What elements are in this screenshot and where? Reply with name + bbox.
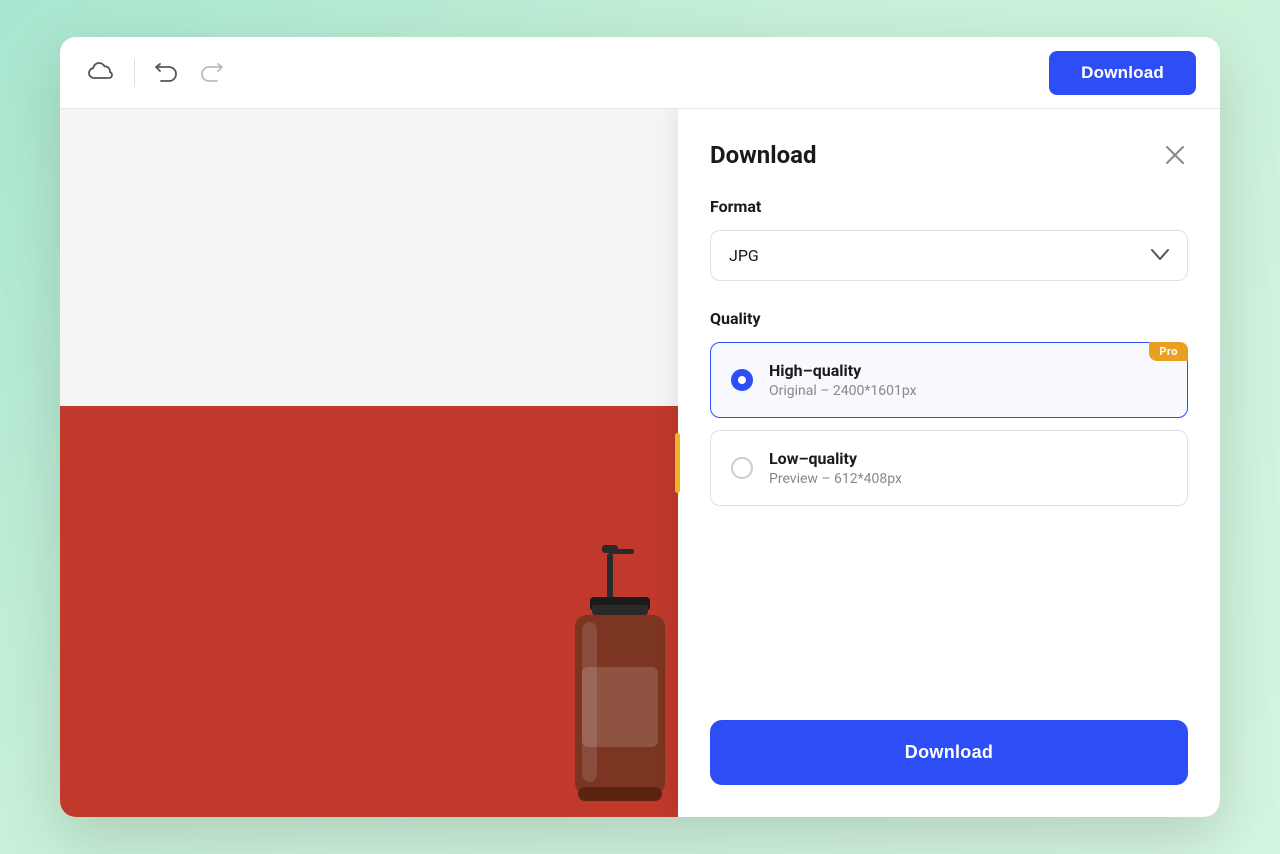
chevron-down-icon — [1151, 245, 1169, 266]
quality-option-low[interactable]: Low–quality Preview – 612*408px — [710, 430, 1188, 506]
option-text-high: High–quality Original – 2400*1601px — [769, 361, 1167, 399]
option-text-low: Low–quality Preview – 612*408px — [769, 449, 1167, 487]
radio-low — [731, 457, 753, 479]
quality-option-high[interactable]: High–quality Original – 2400*1601px Pro — [710, 342, 1188, 418]
option-subtitle-low: Preview – 612*408px — [769, 471, 1167, 487]
quality-label: Quality — [710, 309, 1188, 328]
toolbar-download-button[interactable]: Download — [1049, 51, 1196, 95]
option-title-low: Low–quality — [769, 449, 1167, 468]
download-panel: Download Format JPG — [678, 109, 1220, 817]
quality-section: Quality High–quality Original – 2400*160… — [710, 309, 1188, 518]
cloud-icon-button[interactable] — [84, 58, 118, 88]
option-subtitle-high: Original – 2400*1601px — [769, 383, 1167, 399]
radio-high — [731, 369, 753, 391]
pro-badge: Pro — [1149, 342, 1188, 361]
format-dropdown[interactable]: JPG — [710, 230, 1188, 281]
toolbar-left — [84, 58, 227, 88]
app-window: Download — [60, 37, 1220, 817]
main-content: Download Format JPG — [60, 109, 1220, 817]
format-section: Format JPG — [710, 197, 1188, 281]
panel-header: Download — [710, 141, 1188, 169]
format-selected-value: JPG — [729, 246, 759, 265]
format-label: Format — [710, 197, 1188, 216]
panel-download-button[interactable]: Download — [710, 720, 1188, 785]
close-panel-button[interactable] — [1162, 142, 1188, 168]
option-title-high: High–quality — [769, 361, 1167, 380]
toolbar-divider — [134, 59, 135, 87]
panel-footer: Download — [710, 720, 1188, 785]
undo-button[interactable] — [151, 59, 181, 87]
toolbar: Download — [60, 37, 1220, 109]
accent-strip — [675, 433, 680, 493]
redo-button[interactable] — [197, 59, 227, 87]
panel-title: Download — [710, 141, 816, 169]
